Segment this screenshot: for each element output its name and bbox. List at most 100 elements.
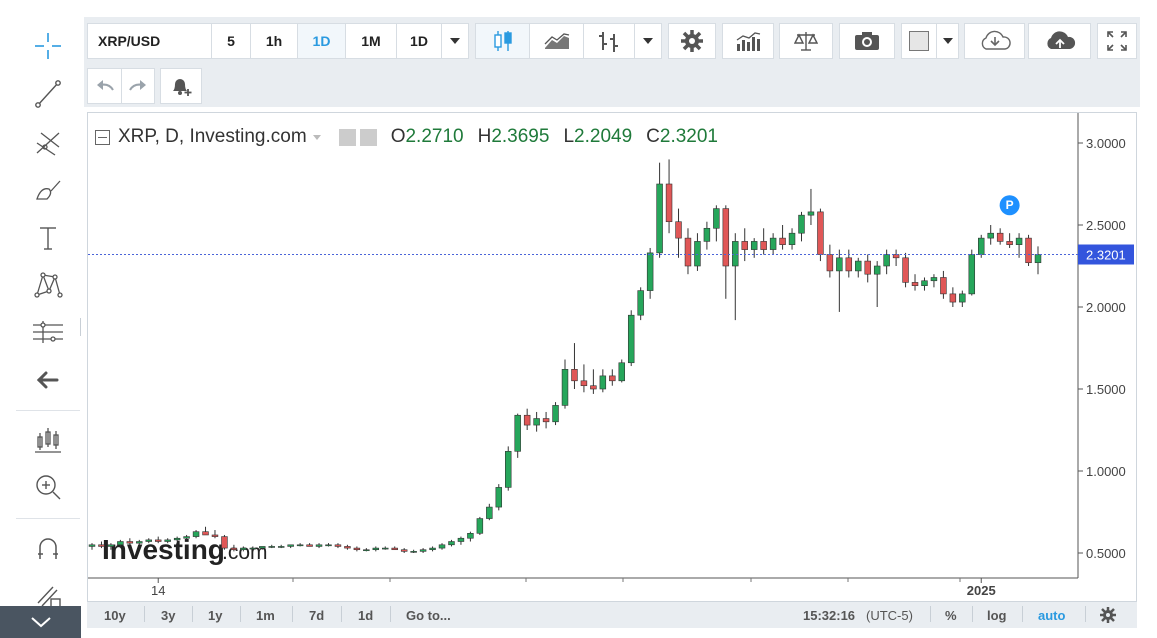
candles-style-button[interactable] [475, 23, 530, 59]
candle-body [646, 252, 654, 291]
candle [1025, 234, 1032, 266]
magnet-icon[interactable] [26, 528, 70, 568]
open-label: O [390, 126, 406, 147]
candlestick-chart: 3.0000 2.5000 2.0000 1.5000 1.0000 0.5000 14 2… [88, 113, 1134, 598]
interval-dropdown-value[interactable]: 1D [396, 23, 442, 59]
candle-body [552, 405, 559, 423]
candle-body [750, 241, 758, 250]
candle-body [599, 375, 607, 390]
auto-toggle[interactable]: auto [1038, 605, 1065, 625]
candle-body [523, 414, 531, 426]
interval-1m-button[interactable]: 1M [345, 23, 397, 59]
settings-button[interactable] [668, 23, 716, 59]
range-1d-button[interactable]: 1d [358, 605, 373, 625]
collapse-toolbar-button[interactable] [0, 606, 81, 638]
low-value: 2.2049 [574, 126, 633, 147]
area-style-button[interactable] [529, 23, 584, 59]
candle-body [221, 536, 228, 549]
candle-body [107, 544, 115, 547]
candle-body [959, 293, 966, 303]
clock-time: 15:32:16 [803, 607, 856, 623]
undo-button[interactable] [87, 68, 122, 104]
candle [580, 364, 588, 393]
bars-style-button[interactable] [583, 23, 635, 59]
candle [902, 252, 909, 288]
candle-body [514, 414, 521, 452]
candle [836, 249, 843, 312]
event-marker[interactable]: P [999, 195, 1020, 216]
pattern-icon[interactable] [26, 264, 70, 304]
toolbar-resize-handle[interactable] [80, 318, 87, 336]
candle-body [154, 539, 162, 542]
interval-1d-button[interactable]: 1D [297, 23, 346, 59]
caret-down-icon[interactable] [311, 132, 325, 142]
high-label: H [477, 126, 492, 147]
candle [987, 225, 994, 245]
eye-icon[interactable] [338, 128, 356, 146]
candle-body [277, 546, 285, 548]
percent-toggle[interactable]: % [945, 605, 957, 625]
candle [467, 531, 474, 542]
candle-body [798, 214, 805, 234]
gear-icon [681, 30, 703, 52]
indicators-icon[interactable] [26, 420, 70, 460]
collapse-legend-icon[interactable] [95, 129, 110, 145]
candle-body [684, 237, 692, 267]
save-chart-button[interactable] [1028, 23, 1091, 59]
candle [476, 516, 484, 535]
candle [741, 228, 748, 262]
range-1m-button[interactable]: 1m [256, 605, 275, 625]
candle [344, 544, 351, 550]
symbol-input[interactable]: XRP/USD [87, 23, 212, 59]
candle [713, 205, 720, 242]
caret-down-icon [942, 38, 953, 44]
candle-body [665, 183, 673, 223]
compare-button[interactable] [779, 23, 833, 59]
interval-1h-button[interactable]: 1h [250, 23, 298, 59]
last-price-tag: 2.3201 [1078, 244, 1134, 265]
text-icon[interactable] [26, 218, 70, 258]
range-7d-button[interactable]: 7d [309, 605, 324, 625]
candle-body [486, 506, 493, 519]
candle [921, 277, 928, 291]
chart-area[interactable]: 3.0000 2.5000 2.0000 1.5000 1.0000 0.5000 14 2… [87, 112, 1137, 602]
cloud-download-icon [981, 30, 1011, 50]
crosshair-icon[interactable] [26, 26, 70, 66]
candle [732, 233, 739, 321]
range-3y-button[interactable]: 3y [161, 605, 175, 625]
redo-button[interactable] [121, 68, 155, 104]
zoom-in-icon[interactable] [26, 467, 70, 507]
snapshot-button[interactable] [839, 23, 895, 59]
candle [807, 188, 815, 225]
add-alert-button[interactable] [160, 68, 202, 104]
chart-style-dropdown-button[interactable] [634, 23, 662, 59]
interval-5-button[interactable]: 5 [211, 23, 251, 59]
candle-body [88, 544, 96, 547]
range-1y-button[interactable]: 1y [208, 605, 222, 625]
chart-settings-button[interactable] [1100, 605, 1116, 625]
goto-date-button[interactable]: Go to... [406, 605, 451, 625]
trend-line-icon[interactable] [26, 74, 70, 114]
timezone-label[interactable]: (UTC-5) [866, 605, 913, 625]
color-dropdown-button[interactable] [936, 23, 959, 59]
color-picker-button[interactable] [901, 23, 937, 59]
log-toggle[interactable]: log [987, 605, 1007, 625]
indicators-button[interactable] [722, 23, 774, 59]
candle-body [883, 254, 890, 267]
interval-dropdown-button[interactable] [441, 23, 469, 59]
gear-icon[interactable] [359, 128, 377, 146]
measure-icon[interactable] [26, 312, 70, 352]
candles-icon [493, 31, 512, 51]
candle-body [722, 208, 730, 267]
back-arrow-icon[interactable] [26, 360, 70, 400]
fibonacci-icon[interactable] [26, 122, 70, 162]
candle [542, 411, 550, 429]
candle [703, 221, 711, 250]
candle-body [438, 544, 446, 549]
candle [202, 526, 209, 536]
candle-body [713, 208, 720, 229]
brush-icon[interactable] [26, 170, 70, 210]
fullscreen-button[interactable] [1097, 23, 1137, 59]
range-10y-button[interactable]: 10y [104, 605, 126, 625]
load-chart-button[interactable] [964, 23, 1025, 59]
